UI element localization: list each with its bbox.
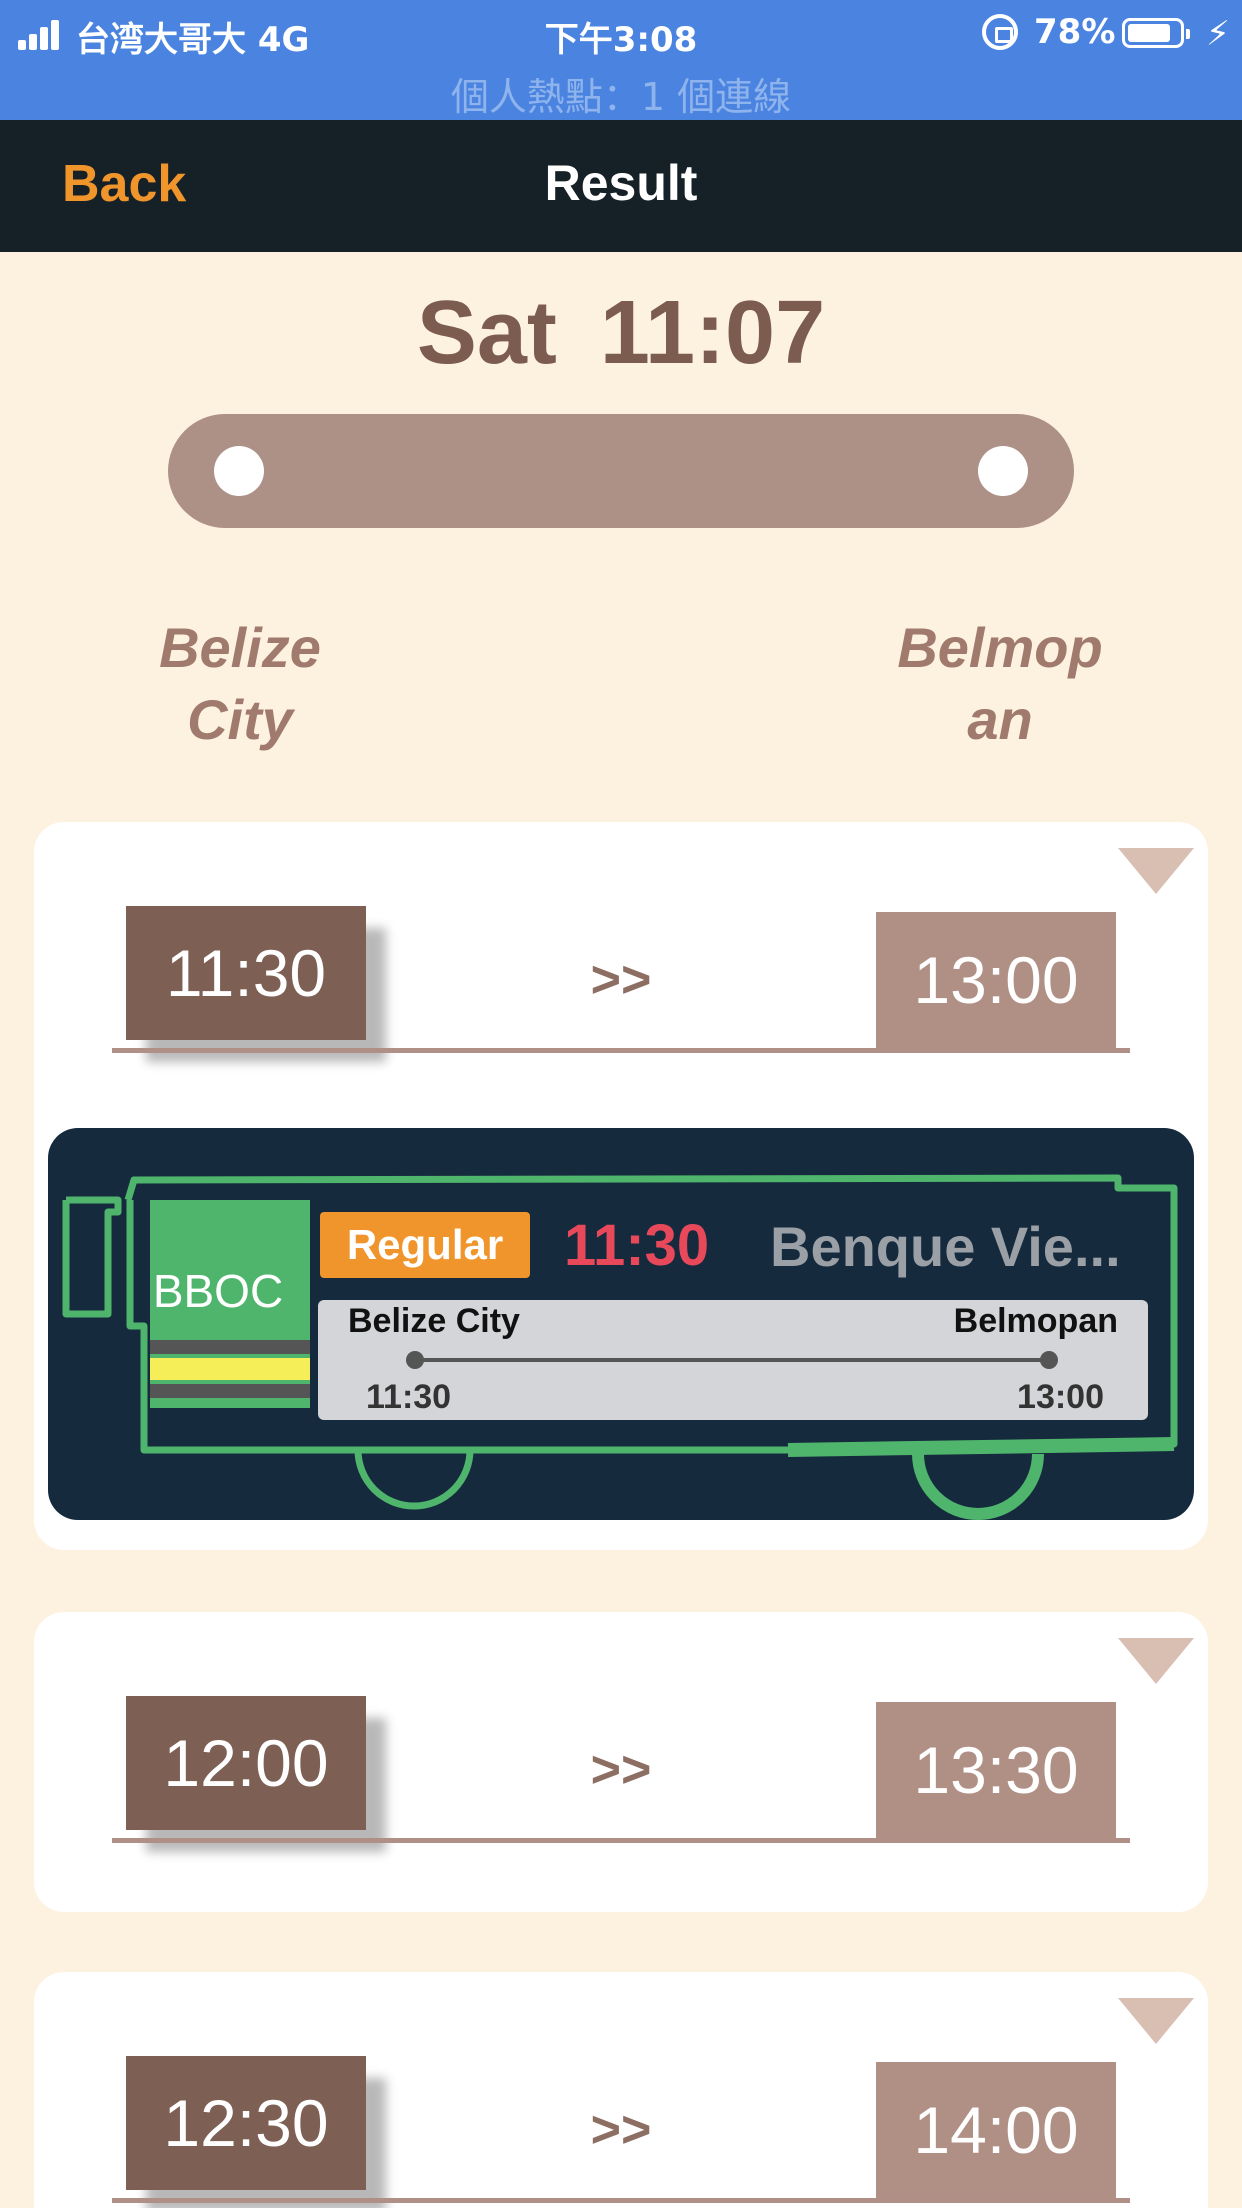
destination-dot (978, 446, 1028, 496)
origin-city: Belize City (159, 616, 321, 751)
arrive-time: 13:00 (876, 912, 1116, 1048)
route-from-time: 11:30 (366, 1378, 452, 1416)
battery-percent: 78% (1034, 12, 1116, 52)
route-summary: Belize City Belmopan 11:30 13:00 (318, 1300, 1148, 1420)
destination-city: Belmop an (897, 616, 1103, 751)
expand-triangle-icon[interactable] (1118, 1998, 1194, 2044)
arrive-time: 14:00 (876, 2062, 1116, 2198)
departure-datetime: Sat 11:07 (0, 282, 1242, 385)
time-label: 11:07 (599, 283, 826, 383)
nav-bar: Back Result (0, 120, 1242, 252)
trip-card[interactable]: 11:30 >> 13:00 BBOC Regular 11:30 Benque… (34, 822, 1208, 1550)
service-type-badge: Regular (320, 1212, 530, 1278)
charging-icon: ⚡ (1206, 15, 1230, 53)
route-bar (168, 414, 1074, 528)
arrive-time: 13:30 (876, 1702, 1116, 1838)
trip-card[interactable]: 12:30 >> 14:00 (34, 1972, 1208, 2208)
rotation-lock-icon (982, 14, 1018, 50)
divider (112, 1838, 1130, 1843)
hotspot-banner[interactable]: 個人熱點：1 個連線 (0, 66, 1242, 121)
page-title: Result (544, 155, 698, 211)
expand-triangle-icon[interactable] (1118, 1638, 1194, 1684)
origin-dot (214, 446, 264, 496)
day-label: Sat (416, 283, 557, 383)
bus-departure-time: 11:30 (564, 1213, 710, 1278)
route-to-time: 13:00 (1017, 1378, 1104, 1416)
route-to: Belmopan (953, 1302, 1118, 1340)
trip-card[interactable]: 12:00 >> 13:30 (34, 1612, 1208, 1912)
divider (112, 2198, 1130, 2203)
bus-detail-panel[interactable]: BBOC Regular 11:30 Benque Vie... Belize … (48, 1128, 1194, 1520)
route-start-dot (406, 1351, 424, 1369)
battery-icon (1122, 18, 1190, 48)
status-bar: 台湾大哥大 4G 下午3:08 78% ⚡ 個人熱點：1 個連線 (0, 0, 1242, 120)
route-from: Belize City (348, 1302, 520, 1340)
route-end-dot (1040, 1351, 1058, 1369)
route-line (414, 1358, 1050, 1362)
bus-destination: Benque Vie... (770, 1215, 1121, 1278)
operator-logo: BBOC (152, 1265, 284, 1317)
divider (112, 1048, 1130, 1053)
expand-triangle-icon[interactable] (1118, 848, 1194, 894)
